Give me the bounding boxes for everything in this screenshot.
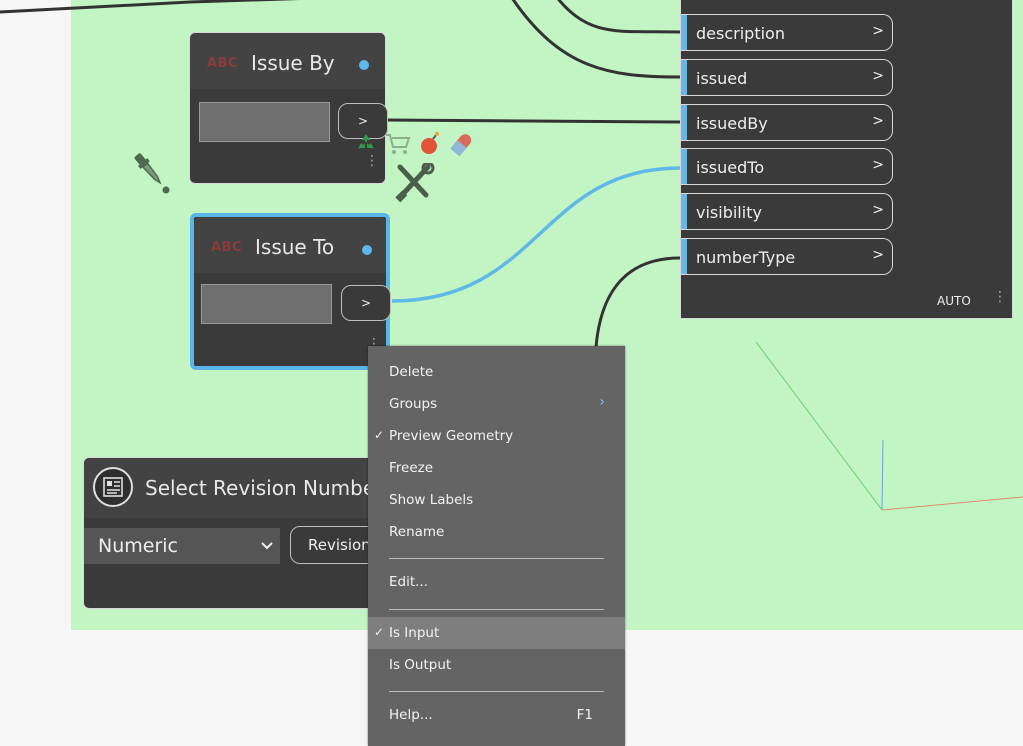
submenu-arrow-icon: › (599, 394, 605, 410)
menu-item-is-output[interactable]: Is Output (368, 649, 625, 681)
port-numbertype[interactable]: numberType > (681, 238, 893, 275)
port-arrow-icon: > (872, 157, 884, 173)
wire-to-description[interactable] (555, 0, 681, 34)
port-description[interactable]: description > (681, 14, 893, 51)
menu-item-label: Rename (389, 524, 445, 540)
menu-item-label: Show Labels (389, 492, 474, 508)
port-issuedby[interactable]: issuedBy > (681, 104, 893, 141)
select-value: Numeric (98, 535, 178, 557)
menu-item-label: Delete (389, 364, 434, 380)
menu-item-show-labels[interactable]: Show Labels (368, 484, 625, 516)
port-label: issued (696, 69, 748, 88)
string-input-field[interactable] (201, 284, 332, 324)
menu-item-label: Is Output (389, 657, 452, 673)
port-issuedto[interactable]: issuedTo > (681, 148, 893, 185)
menu-item-rename[interactable]: Rename (368, 516, 625, 548)
port-arrow-icon: > (872, 202, 884, 218)
menu-item-label: Edit... (389, 574, 429, 590)
port-indicator (681, 149, 687, 184)
cart-icon[interactable] (384, 132, 412, 156)
port-indicator (681, 60, 687, 95)
menu-item-preview-geometry[interactable]: ✓ Preview Geometry (368, 420, 625, 452)
wire-to-numbertype[interactable] (594, 256, 681, 348)
check-icon: ✓ (374, 428, 385, 442)
port-visibility[interactable]: visibility > (681, 193, 893, 230)
issue-by-node[interactable]: ABC Issue By > ⋮ (189, 32, 388, 184)
menu-separator (389, 691, 604, 692)
bomb-icon[interactable] (418, 130, 442, 156)
menu-item-label: Help... (389, 707, 433, 723)
menu-item-freeze[interactable]: Freeze (368, 452, 625, 484)
port-arrow-icon: > (872, 23, 884, 39)
menu-separator (389, 558, 604, 559)
recycle-icon[interactable] (354, 131, 378, 155)
menu-item-shortcut: F1 (576, 707, 593, 723)
menu-item-groups[interactable]: Groups › (368, 388, 625, 420)
number-type-select[interactable]: Numeric (84, 528, 280, 564)
port-label: issuedTo (696, 158, 765, 177)
wire-top-left[interactable] (0, 0, 410, 14)
string-input-field[interactable] (199, 102, 330, 142)
node-header[interactable]: ABC Issue To (194, 217, 386, 273)
tools-icon[interactable] (392, 163, 436, 203)
port-indicator (681, 239, 687, 274)
menu-item-label: Is Input (389, 625, 440, 641)
port-arrow-icon: > (872, 113, 884, 129)
menu-dots-icon[interactable]: ⋮ (993, 290, 1007, 304)
axis-green (755, 341, 883, 511)
wire-to-issued[interactable] (510, 0, 681, 79)
select-revision-number-node[interactable]: Select Revision Numbe Numeric Revision (83, 457, 383, 609)
issue-to-node[interactable]: ABC Issue To > ⋮ (190, 213, 391, 370)
port-arrow-icon: > (872, 68, 884, 84)
menu-separator (389, 609, 604, 610)
node-title: Select Revision Numbe (145, 476, 376, 500)
axis-blue (881, 439, 884, 511)
input-state-dot (362, 245, 372, 255)
node-context-menu[interactable]: Delete Groups › ✓ Preview Geometry Freeze Show… (368, 346, 625, 746)
eyedropper-icon[interactable] (130, 146, 172, 198)
menu-item-label: Freeze (389, 460, 434, 476)
port-label: visibility (696, 203, 762, 222)
port-arrow-icon: > (872, 247, 884, 263)
chevron-down-icon[interactable] (260, 528, 274, 578)
menu-dots-icon[interactable]: ⋮ (365, 154, 379, 168)
port-issued[interactable]: issued > (681, 59, 893, 96)
menu-item-help[interactable]: Help... F1 (368, 699, 625, 731)
node-header[interactable]: Select Revision Numbe (84, 458, 382, 518)
port-label: description (696, 24, 785, 43)
menu-item-label: Groups (389, 396, 438, 412)
node-header[interactable]: ABC Issue By (190, 33, 385, 89)
string-type-icon: ABC (211, 240, 243, 255)
node-title: Issue By (251, 51, 335, 75)
port-label: issuedBy (696, 114, 768, 133)
axis-red (881, 496, 1023, 511)
menu-item-is-input[interactable]: ✓ Is Input (368, 617, 625, 649)
port-indicator (681, 15, 687, 50)
port-indicator (681, 105, 687, 140)
input-state-dot (359, 60, 369, 70)
string-type-icon: ABC (207, 56, 239, 71)
menu-item-label: Preview Geometry (389, 428, 514, 444)
lacing-label: AUTO (937, 294, 971, 308)
menu-item-edit[interactable]: Edit... (368, 566, 625, 598)
check-icon: ✓ (374, 625, 385, 639)
menu-item-delete[interactable]: Delete (368, 356, 625, 388)
port-indicator (681, 194, 687, 229)
wire-issue-by-to-issuedby[interactable] (385, 118, 681, 124)
capsule-icon[interactable] (448, 131, 476, 157)
revision-node-icon (93, 467, 133, 507)
port-label: numberType (696, 248, 796, 267)
node-title: Issue To (255, 235, 335, 259)
output-port[interactable]: > (341, 285, 391, 321)
